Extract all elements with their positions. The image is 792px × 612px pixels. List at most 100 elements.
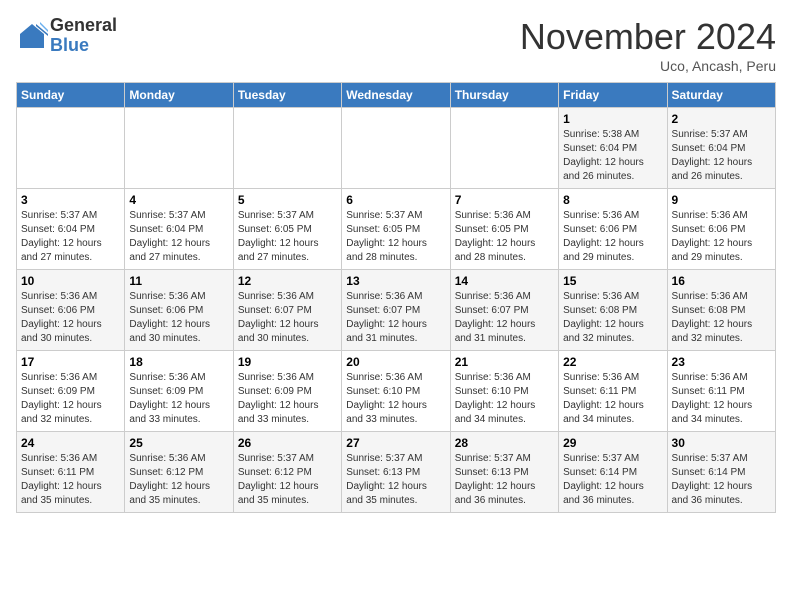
day-info: Sunrise: 5:36 AM Sunset: 6:07 PM Dayligh… [238,290,337,346]
calendar-cell: 10 Sunrise: 5:36 AM Sunset: 6:06 PM Dayli… [17,270,125,351]
day-number: 5 [238,193,337,207]
calendar-cell: 18 Sunrise: 5:36 AM Sunset: 6:09 PM Dayli… [125,351,233,432]
day-info: Sunrise: 5:37 AM Sunset: 6:14 PM Dayligh… [672,452,771,508]
calendar-week-row: 3 Sunrise: 5:37 AM Sunset: 6:04 PM Daylig… [17,189,776,270]
day-info: Sunrise: 5:37 AM Sunset: 6:13 PM Dayligh… [455,452,554,508]
day-info: Sunrise: 5:36 AM Sunset: 6:07 PM Dayligh… [346,290,445,346]
weekday-header: Sunday [17,83,125,108]
calendar-cell: 2 Sunrise: 5:37 AM Sunset: 6:04 PM Daylig… [667,108,775,189]
calendar-cell: 22 Sunrise: 5:36 AM Sunset: 6:11 PM Dayli… [559,351,667,432]
day-number: 22 [563,355,662,369]
day-info: Sunrise: 5:38 AM Sunset: 6:04 PM Dayligh… [563,128,662,184]
weekday-header: Wednesday [342,83,450,108]
day-info: Sunrise: 5:36 AM Sunset: 6:08 PM Dayligh… [563,290,662,346]
logo: General Blue [16,16,117,56]
day-info: Sunrise: 5:37 AM Sunset: 6:04 PM Dayligh… [129,209,228,265]
calendar-week-row: 17 Sunrise: 5:36 AM Sunset: 6:09 PM Dayli… [17,351,776,432]
day-number: 12 [238,274,337,288]
day-info: Sunrise: 5:37 AM Sunset: 6:05 PM Dayligh… [238,209,337,265]
calendar-cell: 29 Sunrise: 5:37 AM Sunset: 6:14 PM Dayli… [559,432,667,513]
calendar-body: 1 Sunrise: 5:38 AM Sunset: 6:04 PM Daylig… [17,108,776,513]
day-info: Sunrise: 5:36 AM Sunset: 6:06 PM Dayligh… [21,290,120,346]
day-number: 4 [129,193,228,207]
day-info: Sunrise: 5:37 AM Sunset: 6:14 PM Dayligh… [563,452,662,508]
day-number: 17 [21,355,120,369]
calendar-cell [450,108,558,189]
day-number: 25 [129,436,228,450]
calendar-cell: 24 Sunrise: 5:36 AM Sunset: 6:11 PM Dayli… [17,432,125,513]
calendar-cell [233,108,341,189]
calendar-cell: 11 Sunrise: 5:36 AM Sunset: 6:06 PM Dayli… [125,270,233,351]
calendar-cell: 13 Sunrise: 5:36 AM Sunset: 6:07 PM Dayli… [342,270,450,351]
day-number: 1 [563,112,662,126]
month-title: November 2024 [520,16,776,58]
calendar-cell [342,108,450,189]
day-number: 3 [21,193,120,207]
calendar-header-row: SundayMondayTuesdayWednesdayThursdayFrid… [17,83,776,108]
calendar-cell: 1 Sunrise: 5:38 AM Sunset: 6:04 PM Daylig… [559,108,667,189]
day-info: Sunrise: 5:36 AM Sunset: 6:09 PM Dayligh… [129,371,228,427]
calendar-cell: 30 Sunrise: 5:37 AM Sunset: 6:14 PM Dayli… [667,432,775,513]
calendar-cell: 17 Sunrise: 5:36 AM Sunset: 6:09 PM Dayli… [17,351,125,432]
day-info: Sunrise: 5:36 AM Sunset: 6:06 PM Dayligh… [672,209,771,265]
calendar-table: SundayMondayTuesdayWednesdayThursdayFrid… [16,82,776,513]
weekday-header: Monday [125,83,233,108]
calendar-cell: 5 Sunrise: 5:37 AM Sunset: 6:05 PM Daylig… [233,189,341,270]
day-number: 2 [672,112,771,126]
day-number: 29 [563,436,662,450]
page-header: General Blue November 2024 Uco, Ancash, … [16,16,776,74]
calendar-cell: 8Sunrise: 5:36 AM Sunset: 6:06 PM Daylig… [559,189,667,270]
day-info: Sunrise: 5:37 AM Sunset: 6:12 PM Dayligh… [238,452,337,508]
title-block: November 2024 Uco, Ancash, Peru [520,16,776,74]
day-info: Sunrise: 5:36 AM Sunset: 6:06 PM Dayligh… [129,290,228,346]
calendar-header: SundayMondayTuesdayWednesdayThursdayFrid… [17,83,776,108]
calendar-cell: 15 Sunrise: 5:36 AM Sunset: 6:08 PM Dayli… [559,270,667,351]
calendar-cell: 14Sunrise: 5:36 AM Sunset: 6:07 PM Dayli… [450,270,558,351]
day-number: 19 [238,355,337,369]
calendar-cell: 9Sunrise: 5:36 AM Sunset: 6:06 PM Daylig… [667,189,775,270]
day-number: 20 [346,355,445,369]
calendar-cell: 12 Sunrise: 5:36 AM Sunset: 6:07 PM Dayli… [233,270,341,351]
day-info: Sunrise: 5:37 AM Sunset: 6:04 PM Dayligh… [21,209,120,265]
calendar-cell: 21Sunrise: 5:36 AM Sunset: 6:10 PM Dayli… [450,351,558,432]
day-number: 7 [455,193,554,207]
day-info: Sunrise: 5:36 AM Sunset: 6:05 PM Dayligh… [455,209,554,265]
day-number: 28 [455,436,554,450]
day-number: 18 [129,355,228,369]
day-number: 8 [563,193,662,207]
day-number: 30 [672,436,771,450]
day-number: 26 [238,436,337,450]
day-number: 14 [455,274,554,288]
calendar-week-row: 10 Sunrise: 5:36 AM Sunset: 6:06 PM Dayli… [17,270,776,351]
day-number: 13 [346,274,445,288]
logo-blue: Blue [50,36,117,56]
day-info: Sunrise: 5:36 AM Sunset: 6:11 PM Dayligh… [21,452,120,508]
calendar-cell: 4 Sunrise: 5:37 AM Sunset: 6:04 PM Daylig… [125,189,233,270]
day-number: 24 [21,436,120,450]
calendar-cell: 7 Sunrise: 5:36 AM Sunset: 6:05 PM Daylig… [450,189,558,270]
day-info: Sunrise: 5:36 AM Sunset: 6:09 PM Dayligh… [238,371,337,427]
day-info: Sunrise: 5:37 AM Sunset: 6:04 PM Dayligh… [672,128,771,184]
calendar-week-row: 1 Sunrise: 5:38 AM Sunset: 6:04 PM Daylig… [17,108,776,189]
calendar-cell: 20 Sunrise: 5:36 AM Sunset: 6:10 PM Dayli… [342,351,450,432]
day-info: Sunrise: 5:36 AM Sunset: 6:11 PM Dayligh… [563,371,662,427]
day-info: Sunrise: 5:36 AM Sunset: 6:10 PM Dayligh… [346,371,445,427]
day-info: Sunrise: 5:36 AM Sunset: 6:08 PM Dayligh… [672,290,771,346]
day-info: Sunrise: 5:36 AM Sunset: 6:10 PM Dayligh… [455,371,554,427]
day-number: 11 [129,274,228,288]
calendar-cell: 26 Sunrise: 5:37 AM Sunset: 6:12 PM Dayli… [233,432,341,513]
logo-general: General [50,16,117,36]
day-number: 10 [21,274,120,288]
calendar-cell: 25 Sunrise: 5:36 AM Sunset: 6:12 PM Dayli… [125,432,233,513]
day-info: Sunrise: 5:36 AM Sunset: 6:09 PM Dayligh… [21,371,120,427]
calendar-cell: 23 Sunrise: 5:36 AM Sunset: 6:11 PM Dayli… [667,351,775,432]
day-info: Sunrise: 5:36 AM Sunset: 6:11 PM Dayligh… [672,371,771,427]
calendar-cell: 27Sunrise: 5:37 AM Sunset: 6:13 PM Dayli… [342,432,450,513]
day-number: 15 [563,274,662,288]
weekday-header: Saturday [667,83,775,108]
day-info: Sunrise: 5:36 AM Sunset: 6:12 PM Dayligh… [129,452,228,508]
day-number: 16 [672,274,771,288]
day-number: 23 [672,355,771,369]
calendar-cell: 6Sunrise: 5:37 AM Sunset: 6:05 PM Daylig… [342,189,450,270]
calendar-cell: 3 Sunrise: 5:37 AM Sunset: 6:04 PM Daylig… [17,189,125,270]
